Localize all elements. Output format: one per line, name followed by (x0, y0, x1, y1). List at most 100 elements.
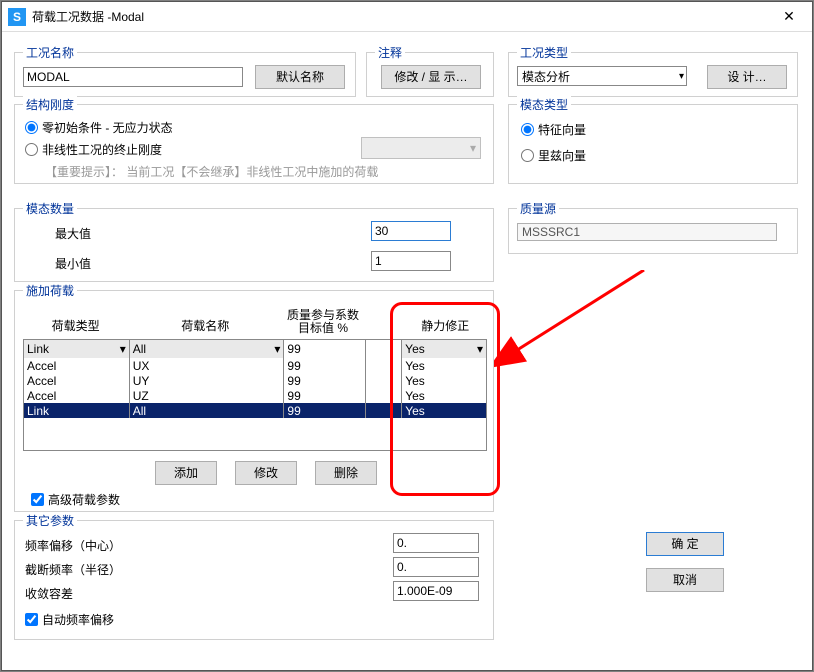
auto-freq-label: 自动频率偏移 (42, 611, 114, 628)
table-cell: UY (130, 373, 285, 388)
radio-eigen-input[interactable] (521, 123, 534, 136)
group-other-params: 其它参数 频率偏移（中心） 截断频率（半径） 收敛容差 自动频率偏移 (14, 520, 494, 640)
radio-ritz[interactable]: 里兹向量 (521, 147, 586, 164)
window-title: 荷载工况数据 -Modal (32, 8, 766, 25)
auto-freq-check[interactable]: 自动频率偏移 (25, 611, 114, 628)
modify-load-button[interactable]: 修改 (235, 461, 297, 485)
design-button[interactable]: 设 计… (707, 65, 787, 89)
chevron-down-icon: ▾ (477, 342, 483, 356)
table-cell: All (130, 403, 285, 418)
arrow-annotation (494, 270, 654, 390)
table-row[interactable]: AccelUX99Yes (24, 358, 486, 373)
table-cell: Yes (402, 358, 486, 373)
app-icon: S (8, 8, 26, 26)
auto-freq-input[interactable] (25, 613, 38, 626)
radio-zero-initial-label: 零初始条件 - 无应力状态 (42, 119, 173, 136)
table-cell: 99 (284, 403, 366, 418)
group-title-case-type: 工况类型 (517, 44, 571, 61)
group-applied-loads: 施加荷载 荷载类型 荷载名称 质量参与系数 目标值 % 静力修正 Link▾ A (14, 290, 494, 512)
group-struct-stiffness: 结构刚度 零初始条件 - 无应力状态 非线性工况的终止刚度 ▾ 【重要提示】： … (14, 104, 494, 184)
default-name-button[interactable]: 默认名称 (255, 65, 345, 89)
adv-load-params-input[interactable] (31, 493, 44, 506)
group-notes: 注释 修改 / 显 示… (366, 52, 494, 97)
loads-table-head: Link▾ All▾ 99 Yes▾ (24, 340, 486, 358)
radio-nonlinear-end[interactable]: 非线性工况的终止刚度 (25, 141, 162, 158)
group-title-case-name: 工况名称 (23, 44, 77, 61)
case-type-select[interactable]: 模态分析 ▾ (517, 66, 687, 86)
table-cell-gap (366, 388, 402, 403)
table-row[interactable]: AccelUY99 Yes (24, 373, 486, 388)
radio-nonlinear-end-label: 非线性工况的终止刚度 (42, 141, 162, 158)
table-cell: Yes (402, 373, 486, 388)
dialog-body: 工况名称 默认名称 注释 修改 / 显 示… 工况类型 模态分析 ▾ 设 计… … (14, 40, 800, 660)
hdr-load-type: 荷载类型 (23, 309, 128, 335)
table-cell: Yes (402, 403, 486, 418)
group-case-type: 工况类型 模态分析 ▾ 设 计… (508, 52, 798, 97)
table-row[interactable]: AccelUZ99 Yes (24, 388, 486, 403)
loads-table-body: AccelUX99YesAccelUY99YesAccelUZ99YesLink… (24, 358, 486, 450)
head-static-select[interactable]: Yes▾ (402, 340, 486, 358)
table-cell: 99 (284, 373, 366, 388)
adv-load-params-label: 高级荷载参数 (48, 491, 120, 508)
add-load-button[interactable]: 添加 (155, 461, 217, 485)
loads-table: Link▾ All▾ 99 Yes▾ AccelUX99YesAccelUY99… (23, 339, 487, 451)
table-cell: UZ (130, 388, 285, 403)
freq-shift-input[interactable] (393, 533, 479, 553)
notes-button[interactable]: 修改 / 显 示… (381, 65, 481, 89)
radio-zero-initial[interactable]: 零初始条件 - 无应力状态 (25, 119, 173, 136)
group-title-loads: 施加荷载 (23, 282, 77, 299)
tol-input[interactable] (393, 581, 479, 601)
table-cell-gap (366, 358, 402, 373)
group-title-mass: 质量源 (517, 200, 559, 217)
min-modes-input[interactable] (371, 251, 451, 271)
table-cell: Accel (24, 358, 130, 373)
radio-ritz-label: 里兹向量 (538, 147, 586, 164)
loads-column-headers: 荷载类型 荷载名称 质量参与系数 目标值 % 静力修正 (23, 309, 487, 335)
radio-eigen-label: 特征向量 (538, 121, 586, 138)
table-cell: Link (24, 403, 130, 418)
group-title-other: 其它参数 (23, 512, 77, 529)
chevron-down-icon: ▾ (120, 342, 126, 356)
tol-label: 收敛容差 (25, 585, 73, 602)
radio-nonlinear-end-input[interactable] (25, 143, 38, 156)
nonlinear-case-select: ▾ (361, 137, 481, 159)
table-cell: 99 (284, 388, 366, 403)
mass-source-value: MSSSRC1 (517, 223, 777, 241)
ok-button[interactable]: 确 定 (646, 532, 724, 556)
close-button[interactable]: ✕ (766, 2, 812, 32)
radio-zero-initial-input[interactable] (25, 121, 38, 134)
chevron-down-icon: ▾ (679, 71, 684, 82)
cutoff-label: 截断频率（半径） (25, 561, 121, 578)
head-name-select[interactable]: All▾ (130, 340, 285, 358)
cutoff-input[interactable] (393, 557, 479, 577)
table-row[interactable]: LinkAll99 Yes (24, 403, 486, 418)
table-cell: Accel (24, 373, 130, 388)
adv-load-params-check[interactable]: 高级荷载参数 (31, 491, 120, 508)
max-modes-label: 最大值 (55, 225, 91, 242)
radio-eigen[interactable]: 特征向量 (521, 121, 586, 138)
struct-hint: 【重要提示】： 当前工况【不会继承】非线性工况中施加的荷载 (45, 163, 378, 180)
delete-load-button[interactable]: 删除 (315, 461, 377, 485)
group-modal-type: 模态类型 特征向量 里兹向量 (508, 104, 798, 184)
hdr-load-name: 荷载名称 (128, 309, 282, 335)
group-title-struct: 结构刚度 (23, 96, 77, 113)
head-type-select[interactable]: Link▾ (24, 340, 130, 358)
dialog-window: S 荷载工况数据 -Modal ✕ 工况名称 默认名称 注释 修改 / 显 示…… (1, 1, 813, 671)
table-cell: Accel (24, 388, 130, 403)
table-cell: Yes (402, 388, 486, 403)
table-cell-gap (366, 373, 402, 388)
group-title-num-modes: 模态数量 (23, 200, 77, 217)
freq-shift-label: 频率偏移（中心） (25, 537, 121, 554)
group-num-modes: 模态数量 最大值 最小值 (14, 208, 494, 282)
max-modes-input[interactable] (371, 221, 451, 241)
table-cell: 99 (284, 358, 366, 373)
head-target-input[interactable]: 99 (284, 340, 366, 358)
case-name-input[interactable] (23, 67, 243, 87)
titlebar: S 荷载工况数据 -Modal ✕ (2, 2, 812, 32)
group-case-name: 工况名称 默认名称 (14, 52, 356, 97)
cancel-button[interactable]: 取消 (646, 568, 724, 592)
radio-ritz-input[interactable] (521, 149, 534, 162)
chevron-down-icon: ▾ (470, 141, 476, 155)
group-mass-source: 质量源 MSSSRC1 (508, 208, 798, 254)
table-cell-gap (366, 403, 402, 418)
